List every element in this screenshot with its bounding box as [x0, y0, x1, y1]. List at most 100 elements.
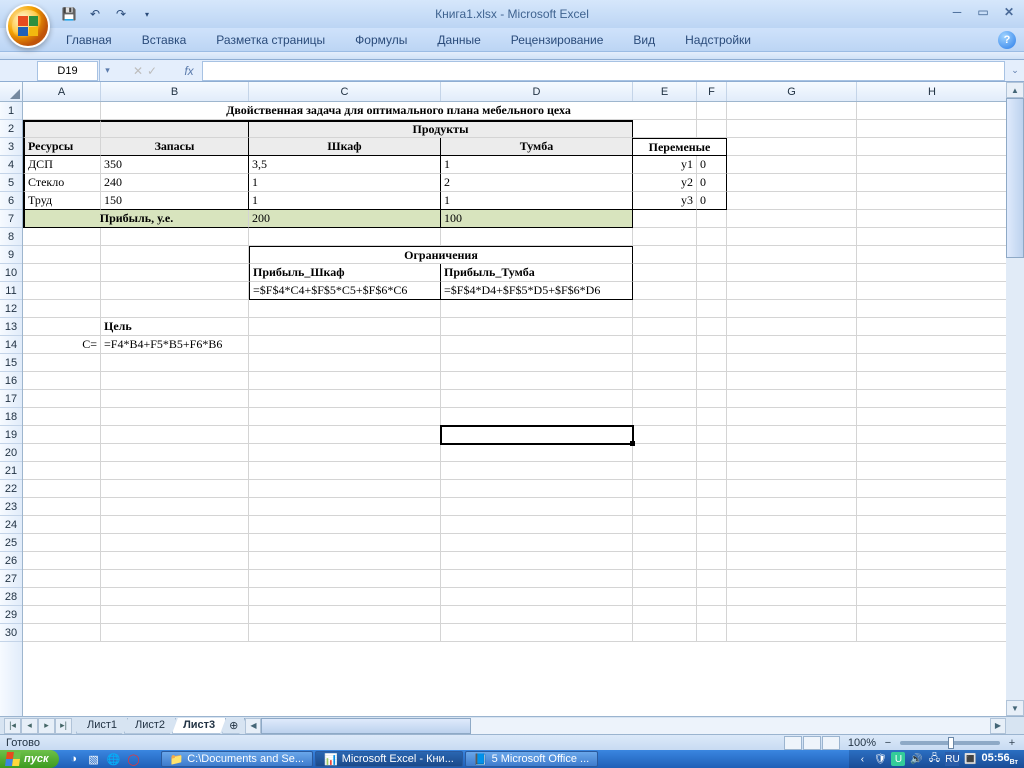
cell[interactable]: Переменые	[633, 138, 727, 156]
cell[interactable]	[727, 624, 857, 642]
cell[interactable]	[101, 246, 249, 264]
cell[interactable]: 0	[697, 174, 727, 192]
cell[interactable]: Продукты	[249, 120, 633, 138]
cell[interactable]	[727, 282, 857, 300]
cell[interactable]	[441, 336, 633, 354]
cell[interactable]	[101, 624, 249, 642]
cell[interactable]	[857, 228, 1008, 246]
cell[interactable]	[633, 498, 697, 516]
cell[interactable]	[23, 462, 101, 480]
scroll-up-icon[interactable]: ▲	[1006, 82, 1024, 98]
hscroll-thumb[interactable]	[261, 718, 471, 734]
row-header[interactable]: 19	[0, 426, 22, 444]
cell[interactable]	[23, 264, 101, 282]
cell[interactable]	[727, 588, 857, 606]
cell[interactable]	[441, 228, 633, 246]
cell[interactable]	[727, 606, 857, 624]
cell[interactable]	[101, 264, 249, 282]
cell[interactable]	[727, 462, 857, 480]
cell[interactable]	[857, 552, 1008, 570]
cell[interactable]: Труд	[23, 192, 101, 210]
cell[interactable]	[857, 282, 1008, 300]
cell[interactable]	[249, 354, 441, 372]
tray-network-icon[interactable]: 🖧	[927, 752, 941, 766]
cell[interactable]	[697, 354, 727, 372]
cell[interactable]	[857, 246, 1008, 264]
tab-review[interactable]: Рецензирование	[503, 29, 612, 51]
row-header[interactable]: 10	[0, 264, 22, 282]
cell[interactable]	[633, 282, 697, 300]
ql-ie-icon[interactable]: 🌐	[105, 751, 123, 767]
ql-desktop-icon[interactable]: ▧	[85, 751, 103, 767]
cell[interactable]	[101, 552, 249, 570]
cell[interactable]: 100	[441, 210, 633, 228]
cell[interactable]	[857, 156, 1008, 174]
cell[interactable]	[697, 336, 727, 354]
cell[interactable]	[441, 588, 633, 606]
cell[interactable]	[101, 300, 249, 318]
view-page-layout-icon[interactable]	[803, 736, 821, 750]
cell[interactable]	[633, 120, 697, 138]
col-header[interactable]: B	[101, 82, 249, 101]
cell[interactable]: Запасы	[101, 138, 249, 156]
tab-page-layout[interactable]: Разметка страницы	[208, 29, 333, 51]
cell[interactable]	[857, 444, 1008, 462]
cell[interactable]	[633, 570, 697, 588]
cell[interactable]	[23, 228, 101, 246]
cell[interactable]	[23, 390, 101, 408]
cell[interactable]	[697, 444, 727, 462]
insert-sheet-icon[interactable]: ⊕	[222, 718, 245, 734]
sheet-tab[interactable]: Лист3	[172, 718, 226, 734]
tray-lang-icon[interactable]: RU	[945, 752, 959, 766]
row-header[interactable]: 11	[0, 282, 22, 300]
cell[interactable]	[23, 372, 101, 390]
cell[interactable]	[249, 480, 441, 498]
tab-addins[interactable]: Надстройки	[677, 29, 759, 51]
cell[interactable]: y3	[633, 192, 697, 210]
cell[interactable]	[727, 480, 857, 498]
cell[interactable]	[23, 246, 101, 264]
row-header[interactable]: 30	[0, 624, 22, 642]
cell[interactable]	[633, 300, 697, 318]
taskbar-item[interactable]: 📁 C:\Documents and Se...	[161, 751, 313, 767]
cell[interactable]	[249, 498, 441, 516]
row-header[interactable]: 28	[0, 588, 22, 606]
cell[interactable]	[249, 588, 441, 606]
cell[interactable]	[697, 120, 727, 138]
row-header[interactable]: 8	[0, 228, 22, 246]
cell[interactable]	[101, 408, 249, 426]
cell[interactable]: 150	[101, 192, 249, 210]
row-header[interactable]: 5	[0, 174, 22, 192]
row-header[interactable]: 3	[0, 138, 22, 156]
formula-input[interactable]	[203, 62, 1004, 80]
cell[interactable]	[857, 588, 1008, 606]
row-header[interactable]: 20	[0, 444, 22, 462]
cell[interactable]: y1	[633, 156, 697, 174]
cell[interactable]	[727, 570, 857, 588]
cell[interactable]	[857, 138, 1008, 156]
cell[interactable]	[697, 390, 727, 408]
row-header[interactable]: 17	[0, 390, 22, 408]
cell[interactable]	[23, 102, 101, 120]
cell[interactable]	[727, 408, 857, 426]
scroll-down-icon[interactable]: ▼	[1006, 700, 1024, 716]
cell[interactable]	[857, 480, 1008, 498]
cell[interactable]	[857, 606, 1008, 624]
cell[interactable]	[857, 210, 1008, 228]
close-icon[interactable]: ✕	[1000, 4, 1018, 20]
office-button[interactable]	[6, 4, 50, 48]
cell[interactable]	[101, 390, 249, 408]
cell[interactable]	[697, 426, 727, 444]
cell[interactable]	[857, 336, 1008, 354]
cell[interactable]: 0	[697, 192, 727, 210]
tab-insert[interactable]: Вставка	[134, 29, 195, 51]
fx-icon[interactable]: fx	[175, 64, 203, 78]
cell[interactable]	[23, 624, 101, 642]
cell[interactable]: 0	[697, 156, 727, 174]
cell[interactable]: 240	[101, 174, 249, 192]
cell[interactable]	[249, 552, 441, 570]
cell[interactable]	[633, 480, 697, 498]
sheet-nav-first-icon[interactable]: |◂	[4, 718, 21, 734]
cell[interactable]	[101, 354, 249, 372]
cell[interactable]	[633, 354, 697, 372]
